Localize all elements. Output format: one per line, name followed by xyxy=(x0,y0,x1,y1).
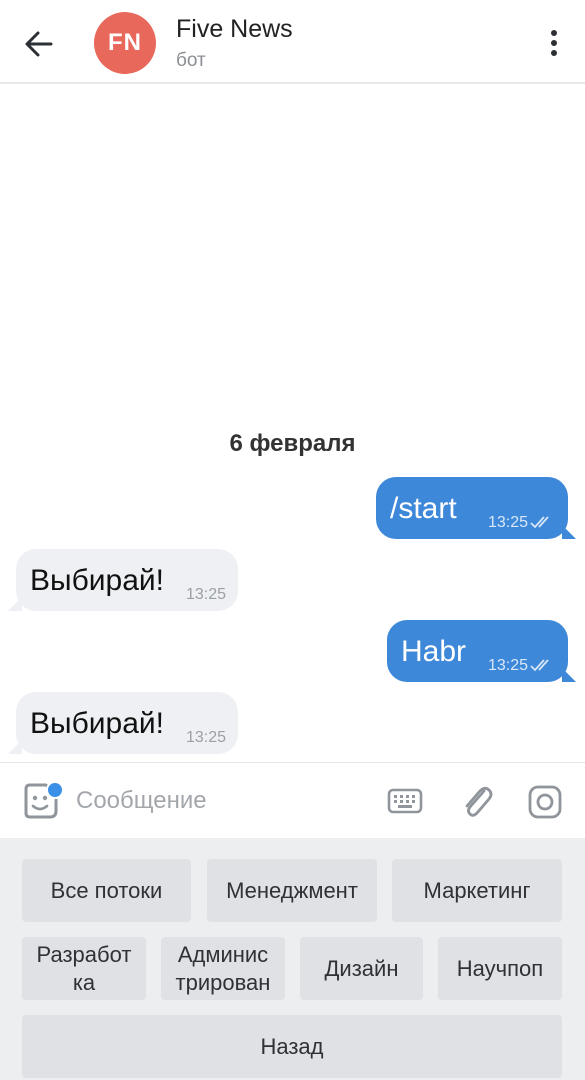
back-button[interactable] xyxy=(18,22,62,66)
message-text: Выбирай! xyxy=(30,707,164,740)
keyboard-icon xyxy=(387,788,423,814)
keyboard-button-back[interactable]: Назад xyxy=(22,1015,562,1078)
attach-button[interactable] xyxy=(458,781,496,821)
camera-button[interactable] xyxy=(526,783,564,821)
message-input[interactable] xyxy=(76,781,366,821)
paperclip-icon xyxy=(465,786,493,817)
keyboard-button-all-streams[interactable]: Все потоки xyxy=(22,859,191,922)
menu-button[interactable] xyxy=(545,26,563,60)
chat-subtitle: бот xyxy=(176,50,206,71)
date-separator: 6 февраля xyxy=(229,430,356,457)
keyboard-button-marketing[interactable]: Маркетинг xyxy=(392,859,562,922)
message-bubble-outgoing[interactable]: Habr 13:25 xyxy=(387,620,568,682)
keyboard-button-popsci[interactable]: Научпоп xyxy=(438,937,562,1000)
chat-title[interactable]: Five News xyxy=(176,15,293,44)
keyboard-toggle-button[interactable] xyxy=(386,783,424,819)
message-time: 13:25 xyxy=(487,514,528,531)
message-bubble-incoming[interactable]: Выбирай! 13:25 xyxy=(16,549,238,611)
double-check-icon xyxy=(530,516,549,529)
message-time: 13:25 xyxy=(185,729,226,746)
camera-icon xyxy=(528,785,562,819)
more-vertical-icon xyxy=(551,30,557,56)
keyboard-button-design[interactable]: Дизайн xyxy=(300,937,423,1000)
message-text: /start xyxy=(390,492,457,525)
message-bubble-incoming[interactable]: Выбирай! 13:25 xyxy=(16,692,238,754)
avatar[interactable]: FN xyxy=(94,12,156,74)
bot-keyboard: Все потоки Менеджмент Маркетинг Разработ… xyxy=(0,838,585,1080)
message-input-bar xyxy=(0,762,585,838)
chat-header: FN Five News бот xyxy=(0,0,585,84)
message-text: Habr xyxy=(401,635,467,668)
message-time: 13:25 xyxy=(185,586,226,603)
message-time: 13:25 xyxy=(487,657,528,674)
notification-dot xyxy=(46,781,64,799)
keyboard-button-administration[interactable]: Админис трирован xyxy=(161,937,285,1000)
message-bubble-outgoing[interactable]: /start 13:25 xyxy=(376,477,568,539)
double-check-icon xyxy=(530,659,549,672)
keyboard-button-management[interactable]: Менеджмент xyxy=(207,859,377,922)
keyboard-button-development[interactable]: Разработ ка xyxy=(22,937,146,1000)
message-text: Выбирай! xyxy=(30,564,164,597)
arrow-left-icon xyxy=(25,31,53,57)
